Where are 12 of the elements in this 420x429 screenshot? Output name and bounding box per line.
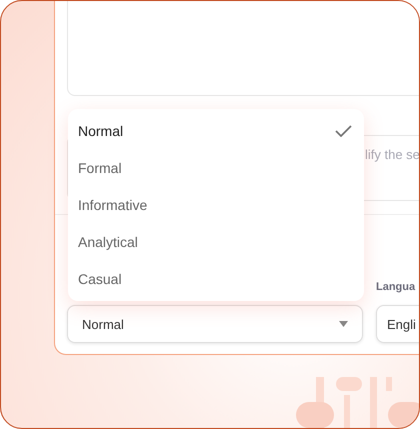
placeholder-text: lify the se bbox=[365, 147, 419, 162]
menu-option[interactable]: Analytical bbox=[68, 223, 364, 260]
language-select[interactable]: Engli bbox=[376, 305, 419, 343]
tone-select[interactable]: Normal bbox=[67, 305, 363, 343]
menu-option[interactable]: Casual bbox=[68, 260, 364, 297]
menu-option[interactable]: Informative bbox=[68, 186, 364, 223]
caret-icon bbox=[339, 321, 348, 327]
check-icon bbox=[335, 124, 352, 136]
menu-option[interactable]: Formal bbox=[68, 149, 364, 186]
menu-option[interactable]: Normal bbox=[68, 112, 364, 149]
text-area[interactable] bbox=[67, 1, 419, 96]
language-label: Langua bbox=[376, 281, 416, 295]
